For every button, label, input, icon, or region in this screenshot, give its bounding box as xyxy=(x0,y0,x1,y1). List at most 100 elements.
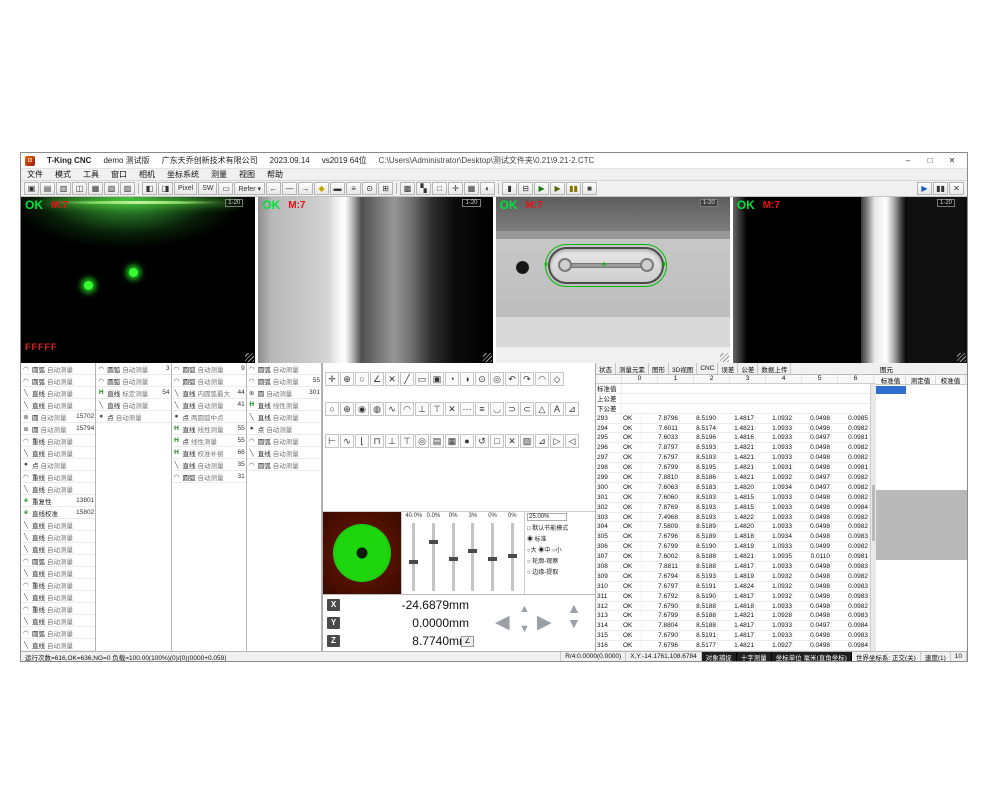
list-item[interactable]: ⊕圆自动测量15702 xyxy=(21,411,95,423)
toolbar-button-20[interactable]: ⊙ xyxy=(362,182,377,195)
toolbar-button-17[interactable]: ◆ xyxy=(314,182,329,195)
list-item[interactable]: ╲直线自动测量 xyxy=(21,567,95,579)
list-item[interactable]: ◠圆弧自动测量3 xyxy=(96,363,170,375)
menu-item-坐标系统[interactable]: 坐标系统 xyxy=(161,169,205,180)
tool-button[interactable]: ⊤ xyxy=(430,402,444,416)
camera-view-3[interactable]: + + + OK M:7 1-20 xyxy=(496,197,730,363)
tool-button[interactable]: ◠ xyxy=(535,372,549,386)
list-item[interactable]: ◠圆弧自动测量 xyxy=(96,375,170,387)
toolbar-button-6[interactable]: ▨ xyxy=(120,182,135,195)
toolbar-button-10[interactable]: Pixel xyxy=(174,182,197,195)
jog-right-icon[interactable]: ▶ xyxy=(537,611,552,634)
tolerance-row[interactable]: 下公差 xyxy=(596,404,870,414)
data-row[interactable]: 300OK7.60638.51831.48201.09340.04970.098… xyxy=(596,483,870,493)
data-row[interactable]: 314OK7.88048.51881.48171.09330.04970.098… xyxy=(596,621,870,631)
data-row[interactable]: 309OK7.67948.51931.48191.09320.04980.098… xyxy=(596,572,870,582)
tool-button[interactable]: ◡ xyxy=(490,402,504,416)
toolbar-button-25[interactable]: □ xyxy=(432,182,447,195)
x-axis-chip[interactable]: X xyxy=(327,599,340,611)
toolbar-button-31[interactable]: ⊟ xyxy=(518,182,533,195)
list-item[interactable]: ⊕圆自动测量301 xyxy=(247,387,321,399)
table-tab-公差[interactable]: 公差 xyxy=(738,363,758,374)
table-scrollbar[interactable] xyxy=(870,384,876,651)
table-tab-图形[interactable]: 图形 xyxy=(649,363,669,374)
list-item[interactable]: ╲直线自动测量 xyxy=(21,639,95,651)
column-number[interactable]: 2 xyxy=(694,375,730,383)
tool-button[interactable]: ▤ xyxy=(430,434,444,448)
toolbar-button-30[interactable]: ▮ xyxy=(502,182,517,195)
tool-button[interactable]: △ xyxy=(535,402,549,416)
list-item[interactable]: H直线线性测量 xyxy=(247,399,321,411)
slider-thumb[interactable] xyxy=(409,560,418,564)
column-number[interactable]: 5 xyxy=(802,375,838,383)
list-item[interactable]: ╲直线自动测量 xyxy=(21,543,95,555)
toolbar-button-27[interactable]: ▦ xyxy=(464,182,479,195)
list-item[interactable]: ⊕圆自动测量15794 xyxy=(21,423,95,435)
toolbar-button-35[interactable]: ■ xyxy=(582,182,597,195)
list-item[interactable]: ╲直线自动测量 xyxy=(21,387,95,399)
slider-thumb[interactable] xyxy=(508,554,517,558)
tool-button[interactable]: ↺ xyxy=(475,434,489,448)
list-item[interactable]: ◠圆弧自动测量 xyxy=(21,363,95,375)
list-item[interactable]: ◠重线自动测量 xyxy=(21,603,95,615)
data-row[interactable]: 312OK7.67908.51881.48181.09330.04980.098… xyxy=(596,602,870,612)
toolbar-button-18[interactable]: ▬ xyxy=(330,182,345,195)
list-item[interactable]: ◠重线自动测量 xyxy=(21,579,95,591)
tool-button[interactable]: ◎ xyxy=(415,434,429,448)
toolbar-button-24[interactable]: ▚ xyxy=(416,182,431,195)
menu-item-文件[interactable]: 文件 xyxy=(21,169,49,180)
toolbar-button-8[interactable]: ◧ xyxy=(142,182,157,195)
tolerance-row[interactable]: 标准值 xyxy=(596,384,870,394)
jog-up-icon[interactable]: ▲ xyxy=(519,603,530,615)
camera-view-4[interactable]: OK M:7 1-20 xyxy=(733,197,967,363)
column-number[interactable]: 6 xyxy=(838,375,874,383)
tool-button[interactable]: ○ xyxy=(325,402,339,416)
ring-light-preview[interactable] xyxy=(323,512,401,594)
list-item[interactable]: ╲直线自动测量 xyxy=(247,411,321,423)
minimize-button[interactable]: – xyxy=(897,154,919,168)
tool-button[interactable]: ∿ xyxy=(340,434,354,448)
list-item[interactable]: ●点自动测量 xyxy=(96,411,170,423)
table-tab-测量元素[interactable]: 测量元素 xyxy=(616,363,649,374)
toolbar-button-36[interactable]: ▶ xyxy=(917,182,932,195)
toolbar-button-3[interactable]: ◫ xyxy=(72,182,87,195)
list-item[interactable]: ●点两圆弧中点 xyxy=(172,411,246,423)
angle-tool-button[interactable]: ∠ xyxy=(461,636,474,647)
toolbar-button-28[interactable]: ◐ xyxy=(480,182,495,195)
light-option[interactable]: ○大 ◉中 ○小 xyxy=(527,545,593,554)
menu-item-测量[interactable]: 测量 xyxy=(205,169,233,180)
tool-button[interactable]: ╱ xyxy=(400,372,414,386)
data-row[interactable]: 293OK7.87968.51901.48171.09320.04980.098… xyxy=(596,414,870,424)
data-row[interactable]: 299OK7.88108.51861.48211.09320.04970.098… xyxy=(596,473,870,483)
data-row[interactable]: 303OK7.49688.51931.48221.09330.04980.098… xyxy=(596,513,870,523)
toolbar-button-5[interactable]: ▧ xyxy=(104,182,119,195)
list-item[interactable]: ╲直线自动测量 xyxy=(96,399,170,411)
menu-item-工具[interactable]: 工具 xyxy=(77,169,105,180)
toolbar-button-34[interactable]: ▮▮ xyxy=(566,182,581,195)
tool-button[interactable]: ⊕ xyxy=(340,372,354,386)
z-jog-down-icon[interactable]: ▼ xyxy=(567,616,581,631)
jog-left-icon[interactable]: ◀ xyxy=(495,611,510,634)
list-item[interactable]: ●点自动测量 xyxy=(247,423,321,435)
column-number[interactable]: 4 xyxy=(766,375,802,383)
camera2-tag[interactable]: 1-20 xyxy=(462,199,480,207)
data-row[interactable]: 295OK7.60338.51961.48161.09330.04970.098… xyxy=(596,433,870,443)
camera3-tag[interactable]: 1-20 xyxy=(700,199,718,207)
tool-button[interactable]: ▦ xyxy=(445,434,459,448)
tool-button[interactable]: ∿ xyxy=(385,402,399,416)
toolbar-button-11[interactable]: SW xyxy=(198,182,217,195)
list-item[interactable]: ◠圆弧自动测量55 xyxy=(247,375,321,387)
tolerance-row[interactable]: 上公差 xyxy=(596,394,870,404)
resize-grip-icon[interactable] xyxy=(720,353,729,362)
tool-button[interactable]: ⊓ xyxy=(370,434,384,448)
tool-button[interactable]: ⊤ xyxy=(400,434,414,448)
menu-item-相机[interactable]: 相机 xyxy=(133,169,161,180)
toolbar-button-0[interactable]: ▣ xyxy=(24,182,39,195)
column-number[interactable]: 0 xyxy=(622,375,658,383)
light-gain-value[interactable]: 25.00% xyxy=(527,513,567,521)
tool-button[interactable]: ⋯ xyxy=(460,402,474,416)
camera-view-1[interactable]: OK M:7 1-20 FFFFF xyxy=(21,197,255,363)
list-item[interactable]: ◠圆弧自动测量 xyxy=(21,627,95,639)
tool-button[interactable]: ⊿ xyxy=(535,434,549,448)
toolbar-button-37[interactable]: ▮▮ xyxy=(933,182,948,195)
